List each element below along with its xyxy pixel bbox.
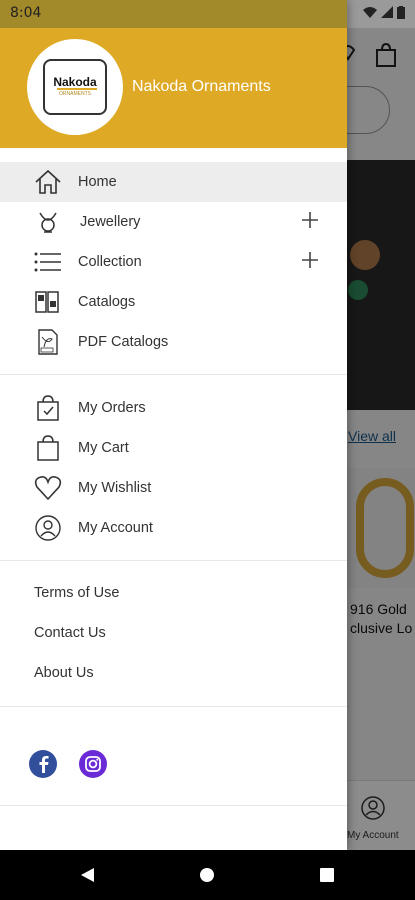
menu-item-contact-us[interactable]: Contact Us [0,614,347,654]
status-icons [363,6,405,19]
menu-item-about-us[interactable]: About Us [0,654,347,694]
menu-item-label: PDF Catalogs [78,334,169,350]
store-name: Nakoda Ornaments [132,78,271,95]
navigation-drawer: 8:04 Nakoda ORNAMENTS Nakoda Ornaments H… [0,0,347,850]
pdf-icon [38,329,58,355]
section-divider [0,374,347,375]
logo-text: Nakoda [53,75,97,89]
orders-bag-icon [37,395,59,421]
menu-item-label: My Wishlist [78,480,152,496]
social-links [0,746,347,786]
menu-item-catalogs[interactable]: Catalogs [0,282,347,322]
menu-item-collection[interactable]: Collection [0,242,347,282]
catalog-icon [35,291,59,313]
store-logo: Nakoda ORNAMENTS [27,39,123,135]
menu-item-my-account[interactable]: My Account [0,508,347,548]
facebook-f-glyph [39,756,49,773]
menu-item-home[interactable]: Home [0,162,347,202]
menu-item-label: My Account [78,520,153,536]
necklace-icon [39,212,57,233]
instagram-glyph [85,756,101,772]
back-icon[interactable] [78,866,96,884]
home-circle-icon[interactable] [199,867,215,883]
menu-item-label: Collection [78,254,142,270]
heart-icon [34,476,62,501]
menu-item-my-wishlist[interactable]: My Wishlist [0,468,347,508]
logo-subtext: ORNAMENTS [59,91,91,97]
status-time: 8:04 [10,5,42,21]
user-icon [35,515,61,541]
menu-item-my-cart[interactable]: My Cart [0,428,347,468]
menu-item-my-orders[interactable]: My Orders [0,388,347,428]
cart-bag-icon [37,435,59,461]
expand-plus-icon[interactable] [301,251,319,269]
menu-item-label: Catalogs [78,294,136,310]
menu-item-pdf-catalogs[interactable]: PDF Catalogs [0,322,347,362]
menu-item-label: Jewellery [80,214,141,230]
section-divider [0,805,347,806]
logo-underline [57,88,97,90]
menu-item-label: My Orders [78,400,146,416]
wifi-icon [363,7,377,18]
facebook-icon[interactable] [29,750,57,778]
drawer-menu: Home Jewellery Collection Catalogs PDF C… [0,162,347,720]
battery-icon [397,6,405,19]
logo-frame: Nakoda ORNAMENTS [43,59,107,115]
menu-item-terms-of-use[interactable]: Terms of Use [0,574,347,614]
menu-item-label: Contact Us [34,625,106,641]
menu-item-label: Terms of Use [34,585,120,601]
instagram-icon[interactable] [79,750,107,778]
home-icon [35,169,61,194]
list-icon [34,252,61,272]
signal-icon [381,6,393,18]
system-nav-bar [0,850,415,900]
section-divider [0,560,347,561]
recents-icon[interactable] [319,867,335,883]
drawer-status-bar: 8:04 [0,0,347,28]
menu-item-label: About Us [34,665,94,681]
menu-item-label: Home [78,174,117,190]
menu-item-jewellery[interactable]: Jewellery [0,202,347,242]
section-divider [0,706,347,707]
drawer-header: Nakoda ORNAMENTS Nakoda Ornaments [0,28,347,148]
expand-plus-icon[interactable] [301,211,319,229]
menu-item-label: My Cart [78,440,129,456]
